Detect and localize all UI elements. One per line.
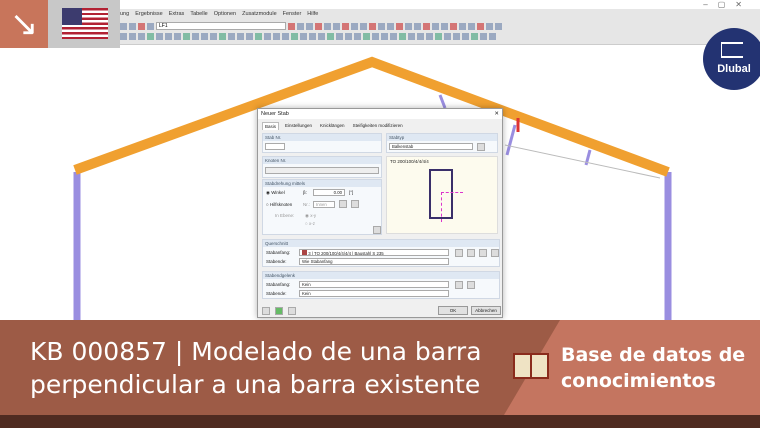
querschnitt-group: Querschnitt Stabanfang: 3 | TO 200/100/4… (262, 239, 500, 267)
group-label: Stabdrehung mittels (263, 180, 381, 187)
library-icon[interactable] (455, 249, 463, 257)
nr-label: Nr.: (303, 202, 311, 207)
book-icon (513, 353, 549, 379)
hilfsknoten-radio[interactable]: ○ Hilfsknoten (266, 202, 292, 207)
group-label: Querschnitt (263, 240, 499, 247)
menu-item[interactable]: Hilfe (307, 10, 318, 19)
knowledge-base-label-2: conocimientos (561, 370, 716, 392)
stabtyp-select[interactable]: Balkenstab (389, 143, 473, 150)
group-label: Knoten Nr. (263, 157, 381, 164)
edit-icon[interactable] (477, 143, 485, 151)
info-icon[interactable] (373, 226, 381, 234)
qs-material: Baustahl S 235 (354, 251, 384, 256)
calculator-icon[interactable] (275, 307, 283, 315)
menu-item[interactable]: ung (120, 10, 129, 19)
help-icon[interactable] (262, 307, 270, 315)
stab-nr-input[interactable] (265, 143, 285, 150)
dlubal-logo: Dlubal (703, 28, 760, 90)
menu-bar: ung Ergebnisse Extras Tabelle Optionen Z… (120, 10, 318, 19)
in-ebene-label: In Ebene: (275, 213, 295, 218)
new-icon[interactable] (455, 281, 463, 289)
us-flag-icon[interactable] (62, 8, 108, 39)
stabende-label: Stabende: (266, 259, 287, 264)
footer-strip (0, 415, 760, 428)
innen-select[interactable]: Innen (313, 201, 335, 208)
info-icon[interactable] (491, 249, 499, 257)
stabanfang-label: Stabanfang: (266, 282, 291, 287)
banner-title-line2: perpendicular a una barra existente (30, 370, 481, 399)
qs-name: TO 200/100/4/4/4/4 (314, 251, 351, 256)
group-label: Stabtyp (387, 134, 497, 141)
tab-basis[interactable]: Basis (262, 122, 280, 130)
menu-item[interactable]: Ergebnisse (135, 10, 163, 19)
export-icon[interactable] (288, 307, 296, 315)
radio-label: Winkel (271, 190, 285, 195)
unit-label: [°] (349, 190, 354, 195)
arrow-down-right-icon: ↘ (0, 0, 48, 48)
knoten-group: Knoten Nr. (262, 156, 382, 178)
menu-item[interactable]: Zusatzmodule (242, 10, 277, 19)
ok-button[interactable]: OK (438, 306, 468, 315)
section-axes (441, 192, 463, 222)
edit-icon[interactable] (479, 249, 487, 257)
knoten-input[interactable] (265, 167, 379, 174)
section-preview: TO 200/100/4/4/4/4 (386, 156, 498, 234)
querschnitt-end-select[interactable]: Wie Stabanfang (299, 258, 449, 265)
new-icon[interactable] (467, 249, 475, 257)
knowledge-base-label-1: Base de datos de (561, 344, 746, 366)
winkel-radio[interactable]: ◉ Winkel (266, 190, 285, 196)
window-controls[interactable]: –▢✕ (120, 0, 760, 9)
close-icon[interactable]: ✕ (494, 111, 499, 117)
tab-knicklaengen[interactable]: Knicklängen (318, 122, 347, 130)
brace (438, 94, 447, 109)
brace (505, 124, 517, 156)
new-member-dialog: Neuer Stab ✕ Basis Einstellungen Knicklän… (257, 108, 503, 318)
toolbar-1[interactable]: LF1 (120, 21, 520, 31)
section-preview-label: TO 200/100/4/4/4/4 (390, 159, 429, 164)
xz-radio[interactable]: ○ x-z (305, 221, 315, 226)
radio-label: Hilfsknoten (269, 202, 293, 207)
group-label: Stabendgelenk (263, 272, 499, 279)
stabanfang-label: Stabanfang: (266, 250, 291, 255)
menu-item[interactable]: Fenster (283, 10, 302, 19)
menu-item[interactable]: Optionen (214, 10, 236, 19)
stab-nr-group: Stab Nr. (262, 133, 382, 153)
tab-einstellungen[interactable]: Einstellungen (283, 122, 314, 130)
pick-icon[interactable] (339, 200, 347, 208)
beta-label: β: (303, 190, 307, 195)
group-label: Stab Nr. (263, 134, 381, 141)
load-case-select[interactable]: LF1 (156, 22, 286, 30)
list-icon[interactable] (351, 200, 359, 208)
dialog-title: Neuer Stab (261, 111, 289, 117)
toolbar-2[interactable] (120, 31, 520, 41)
drehung-group: Stabdrehung mittels ◉ Winkel β: 0.00 [°]… (262, 179, 382, 235)
edit-icon[interactable] (467, 281, 475, 289)
beta-input[interactable]: 0.00 (313, 189, 345, 196)
qs-number: 3 (308, 251, 311, 256)
logo-text: Dlubal (717, 63, 751, 75)
banner-title-panel (0, 320, 560, 415)
radio-label: x-y (310, 213, 317, 218)
querschnitt-start-select[interactable]: 3 | TO 200/100/4/4/4/4 | Baustahl S 235 (299, 249, 449, 256)
menu-item[interactable]: Extras (169, 10, 185, 19)
gelenk-start-select[interactable]: Kein (299, 281, 449, 288)
tab-steifigkeiten[interactable]: Steifigkeiten modifizieren (351, 122, 405, 130)
menu-item[interactable]: Tabelle (190, 10, 207, 19)
xy-radio[interactable]: ◉ x-y (305, 213, 316, 219)
stabende-label: Stabende: (266, 291, 287, 296)
banner-title-line1: KB 000857 | Modelado de una barra (30, 337, 482, 366)
gelenk-group: Stabendgelenk Stabanfang: Kein Stabende:… (262, 271, 500, 299)
cancel-button[interactable]: Abbrechen (471, 306, 501, 315)
gelenk-end-select[interactable]: Kein (299, 290, 449, 297)
stabtyp-group: Stabtyp Balkenstab (386, 133, 498, 153)
radio-label: x-z (308, 221, 315, 226)
